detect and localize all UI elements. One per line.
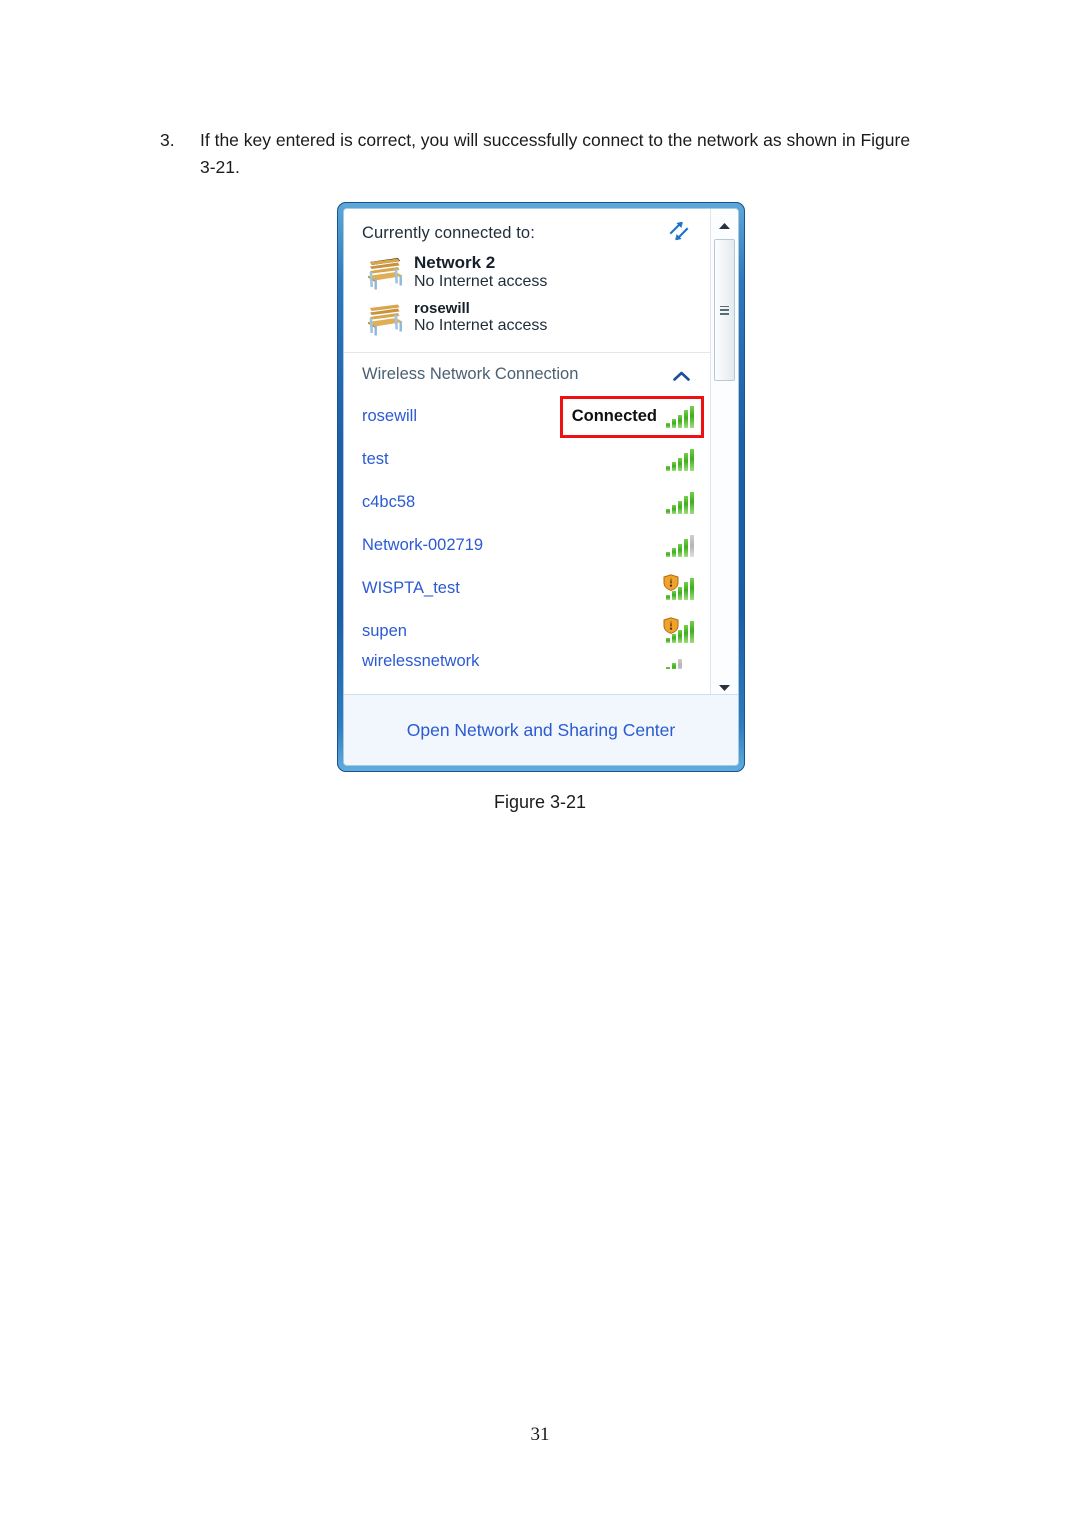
- signal-strength-icon: [666, 653, 694, 669]
- connected-network-status: No Internet access: [414, 272, 548, 290]
- network-name: Network-002719: [362, 536, 484, 554]
- network-list-scrollbar[interactable]: [710, 209, 738, 695]
- wireless-network-connection-header[interactable]: Wireless Network Connection: [344, 353, 738, 395]
- scroll-up-button[interactable]: [711, 209, 738, 233]
- network-row-right: [666, 524, 694, 567]
- available-networks-list: rosewill Connected test c4bc58 Network-0…: [344, 395, 738, 669]
- bench-icon: [362, 252, 406, 292]
- connected-network-text: rosewill No Internet access: [414, 300, 547, 336]
- network-name: supen: [362, 622, 407, 640]
- connected-network-name: Network 2: [414, 252, 496, 272]
- scrollbar-grip-icon: [720, 305, 729, 315]
- network-row-right: Connected: [572, 395, 694, 438]
- currently-connected-heading: Currently connected to:: [362, 224, 535, 242]
- network-list-item[interactable]: c4bc58: [344, 481, 738, 524]
- flyout-footer: Open Network and Sharing Center: [344, 694, 738, 765]
- network-name: rosewill: [362, 407, 418, 425]
- network-name: test: [362, 450, 389, 468]
- connected-network-entry[interactable]: rosewill No Internet access: [362, 298, 692, 338]
- connected-network-name: rosewill: [414, 300, 470, 318]
- network-row-right: [663, 610, 694, 653]
- step-number: 3.: [160, 130, 175, 150]
- wireless-network-connection-title: Wireless Network Connection: [362, 365, 579, 383]
- page-number: 31: [530, 1424, 550, 1445]
- signal-strength-icon: [666, 491, 694, 514]
- refresh-icon[interactable]: [666, 219, 692, 243]
- figure-caption: Figure 3-21: [493, 792, 587, 812]
- chevron-up-icon[interactable]: [673, 369, 690, 381]
- scrollbar-thumb[interactable]: [714, 239, 735, 381]
- signal-strength-icon: [663, 573, 694, 600]
- signal-strength-icon: [666, 405, 694, 428]
- instruction-step: 3. If the key entered is correct, you wi…: [160, 127, 930, 181]
- network-status: Connected: [571, 407, 657, 425]
- currently-connected-section: Currently connected to: Network 2 No Int…: [344, 209, 738, 353]
- network-row-right: [663, 567, 694, 610]
- network-row-right: [666, 653, 694, 669]
- network-list-item[interactable]: Network-002719: [344, 524, 738, 567]
- network-flyout-panel: Currently connected to: Network 2 No Int…: [337, 202, 745, 772]
- connected-network-text: Network 2 No Internet access: [414, 253, 547, 291]
- network-name: WISPTA_test: [362, 579, 460, 597]
- network-list-item-clipped[interactable]: wirelessnetwork: [344, 653, 738, 669]
- network-list-item[interactable]: rosewill Connected: [344, 395, 738, 438]
- signal-strength-icon: [663, 616, 694, 643]
- network-list-item[interactable]: supen: [344, 610, 738, 653]
- unsecured-warning-shield-icon: [663, 616, 679, 634]
- signal-strength-icon: [666, 534, 694, 557]
- step-text: If the key entered is correct, you will …: [200, 130, 911, 177]
- connected-network-entry[interactable]: Network 2 No Internet access: [362, 252, 692, 292]
- scroll-down-button[interactable]: [711, 671, 738, 695]
- network-flyout-body: Currently connected to: Network 2 No Int…: [344, 209, 738, 695]
- connected-network-status: No Internet access: [414, 317, 548, 335]
- network-row-right: [666, 438, 694, 481]
- network-name: wirelessnetwork: [362, 653, 480, 669]
- scroll-up-arrow-icon: [718, 217, 731, 229]
- network-list-item[interactable]: WISPTA_test: [344, 567, 738, 610]
- scroll-down-arrow-icon: [718, 679, 731, 691]
- bench-icon: [362, 298, 406, 338]
- network-name: c4bc58: [362, 493, 416, 511]
- network-list-item[interactable]: test: [344, 438, 738, 481]
- open-network-and-sharing-center-link[interactable]: Open Network and Sharing Center: [407, 720, 675, 741]
- network-row-right: [666, 481, 694, 524]
- unsecured-warning-shield-icon: [663, 573, 679, 591]
- network-flyout-inner: Currently connected to: Network 2 No Int…: [343, 208, 739, 766]
- signal-strength-icon: [666, 448, 694, 471]
